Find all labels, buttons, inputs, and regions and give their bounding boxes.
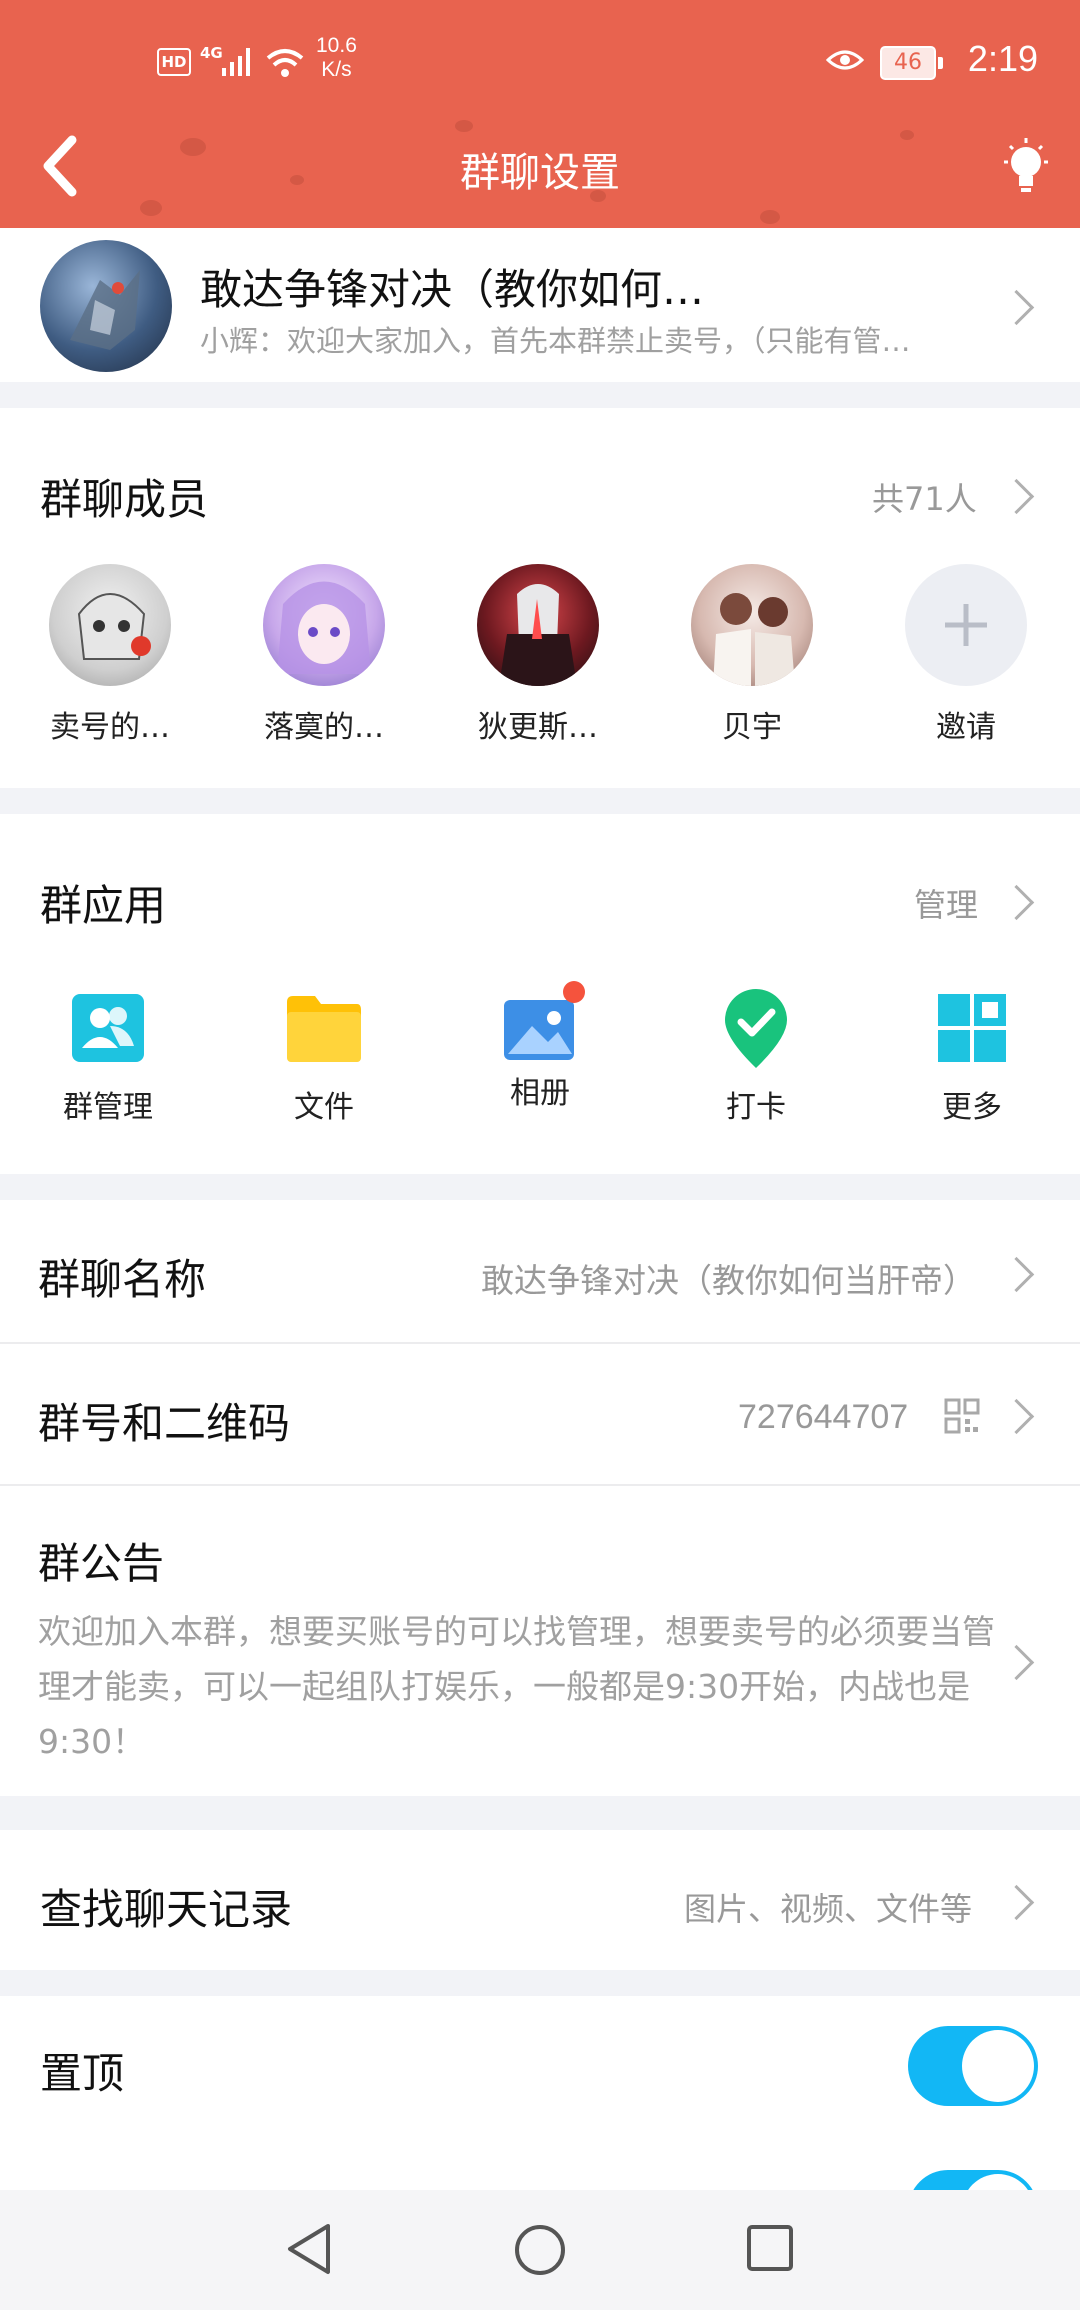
app-label: 更多 — [942, 1090, 1002, 1125]
add-icon — [905, 564, 1027, 686]
group-notice-text: 欢迎加入本群，想要买账号的可以找管理，想要卖号的必须要当管理才能卖，可以一起组队… — [38, 1612, 995, 1761]
member-name: 落寞的… — [264, 710, 384, 745]
app-checkin[interactable]: 打卡 — [676, 986, 836, 1126]
net-speed-value: 10.6 — [316, 34, 357, 57]
app-label: 打卡 — [726, 1090, 786, 1125]
avatar-drawing — [77, 593, 151, 660]
system-nav-bar — [0, 2190, 1080, 2310]
clock: 2:19 — [967, 38, 1038, 79]
app-file[interactable]: 文件 — [244, 992, 404, 1126]
member-name: 贝宇 — [722, 710, 782, 745]
recents-square-icon[interactable] — [744, 2222, 798, 2276]
group-number-row[interactable]: 群号和二维码 727644707 — [0, 1344, 1080, 1484]
group-apps-card: 群应用 管理 群管理 文件 相册 打卡 更多 — [0, 814, 1080, 1174]
invite-label: 邀请 — [936, 710, 996, 745]
network-type: 4G — [200, 44, 223, 62]
plus-glyph — [945, 604, 987, 646]
eye-icon — [826, 50, 864, 70]
net-speed: 10.6 K/s — [316, 34, 357, 82]
member-avatar — [49, 564, 171, 686]
group-notice-row[interactable]: 群公告 欢迎加入本群，想要买账号的可以找管理，想要卖号的必须要当管理才能卖，可以… — [0, 1486, 1080, 1796]
pin-label: 置顶 — [40, 2049, 125, 2098]
avatar-drawing — [713, 593, 795, 686]
app-label: 相册 — [510, 1076, 570, 1111]
toggle-knob — [962, 2030, 1034, 2102]
texture-spot — [455, 120, 473, 132]
qr-code-icon — [944, 1398, 980, 1434]
group-info-card[interactable]: 敢达争锋对决（教你如何… 小辉：欢迎大家加入，首先本群禁止卖号，（只能有管… — [0, 228, 1080, 382]
group-name-row[interactable]: 群聊名称 敢达争锋对决（教你如何当肝帝） — [0, 1200, 1080, 1342]
settings-card: 群聊名称 敢达争锋对决（教你如何当肝帝） 群号和二维码 727644707 群公… — [0, 1200, 1080, 1796]
header-bar: HD 4G 10.6 K/s 46 2:19 群聊设置 — [0, 0, 1080, 228]
avatar-drawing — [499, 584, 577, 686]
more-grid-icon — [938, 994, 1006, 1062]
signal-icon — [222, 48, 250, 76]
members-card: 群聊成员 共71人 卖号的… 落寞的… 狄更斯… 贝宇 邀请 — [0, 408, 1080, 788]
group-manage-icon — [72, 994, 144, 1062]
lightbulb-icon[interactable] — [998, 136, 1054, 198]
net-speed-unit: K/s — [321, 58, 352, 81]
notification-badge — [563, 981, 585, 1003]
members-title: 群聊成员 — [40, 475, 209, 524]
app-label: 群管理 — [63, 1090, 153, 1125]
chevron-right-icon — [998, 1644, 1035, 1681]
invite-button[interactable]: 邀请 — [886, 564, 1046, 746]
member-avatar — [263, 564, 385, 686]
member-avatar — [691, 564, 813, 686]
album-icon — [504, 981, 585, 1060]
texture-spot — [760, 210, 780, 224]
battery-indicator: 46 — [880, 46, 943, 80]
member-item[interactable]: 贝宇 — [672, 564, 832, 746]
page-title: 群聊设置 — [460, 150, 620, 196]
app-more[interactable]: 更多 — [892, 992, 1052, 1126]
chevron-right-icon[interactable] — [998, 884, 1035, 921]
hd-badge: HD — [157, 48, 191, 76]
app-label: 文件 — [294, 1090, 354, 1125]
avatar-drawing — [277, 581, 371, 674]
pin-toggle[interactable] — [908, 2026, 1038, 2106]
pin-card: 置顶 — [0, 1996, 1080, 2250]
apps-manage-link[interactable]: 管理 — [914, 880, 978, 926]
member-item[interactable]: 狄更斯… — [458, 564, 618, 746]
group-name-value: 敢达争锋对决（教你如何当肝帝） — [481, 1261, 976, 1300]
member-name: 卖号的… — [50, 710, 170, 745]
chevron-right-icon — [998, 1398, 1035, 1435]
group-number-value: 727644707 — [738, 1398, 909, 1436]
member-item[interactable]: 落寞的… — [244, 564, 404, 746]
folder-icon — [287, 996, 361, 1062]
member-name: 狄更斯… — [478, 710, 598, 745]
group-number-label: 群号和二维码 — [38, 1399, 291, 1448]
search-history-label: 查找聊天记录 — [40, 1885, 293, 1934]
group-last-message: 小辉：欢迎大家加入，首先本群禁止卖号，（只能有管… — [200, 324, 911, 358]
status-bar: HD 4G 10.6 K/s 46 2:19 — [0, 0, 1080, 100]
texture-spot — [140, 200, 162, 216]
chevron-right-icon — [998, 1256, 1035, 1293]
group-name: 敢达争锋对决（教你如何… — [200, 265, 705, 314]
wifi-icon — [266, 49, 304, 77]
search-history-hint: 图片、视频、文件等 — [684, 1890, 973, 1928]
robot-illustration — [70, 270, 140, 350]
app-group-manage[interactable]: 群管理 — [28, 992, 188, 1126]
texture-spot — [900, 130, 914, 140]
back-triangle-icon[interactable] — [282, 2220, 336, 2278]
group-name-label: 群聊名称 — [38, 1255, 207, 1304]
apps-title: 群应用 — [40, 881, 167, 930]
app-album[interactable]: 相册 — [460, 978, 620, 1112]
group-avatar — [40, 240, 172, 372]
member-avatar — [477, 564, 599, 686]
group-notice-label: 群公告 — [38, 1539, 165, 1588]
search-history-row[interactable]: 查找聊天记录 图片、视频、文件等 — [0, 1830, 1080, 1970]
member-item[interactable]: 卖号的… — [30, 564, 190, 746]
members-count[interactable]: 共71人 — [872, 474, 977, 520]
chevron-right-icon — [998, 289, 1035, 326]
checkin-icon — [725, 989, 787, 1068]
chevron-right-icon[interactable] — [998, 478, 1035, 515]
chevron-right-icon — [998, 1884, 1035, 1921]
home-circle-icon[interactable] — [512, 2222, 568, 2278]
